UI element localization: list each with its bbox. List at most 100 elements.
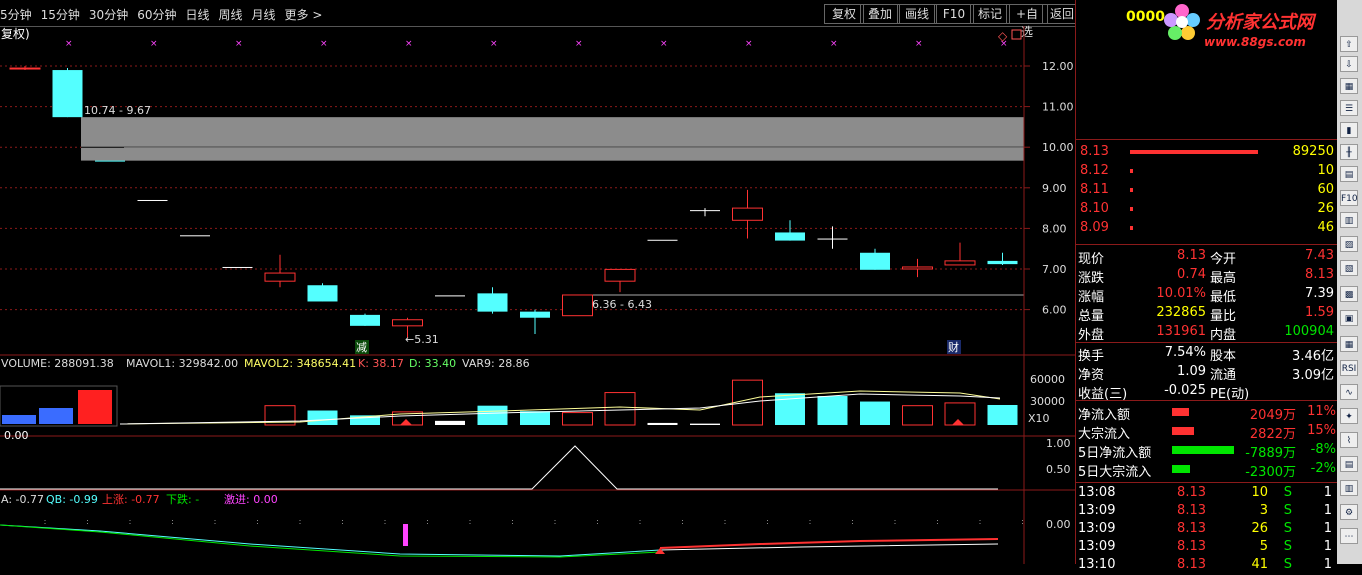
tick-row: 13:09 8.13 5 S 1: [1076, 538, 1338, 557]
bid-volume: 89250: [1292, 144, 1334, 159]
table-icon[interactable]: ▦: [1340, 78, 1358, 94]
x-marker: ×: [745, 39, 753, 49]
list-icon[interactable]: ☰: [1340, 100, 1358, 116]
stat-label: 涨跌: [1078, 271, 1105, 286]
candle-body: [647, 239, 678, 241]
flow-up-label: 上涨: -0.77: [102, 493, 160, 506]
grid-icon[interactable]: ▤: [1340, 166, 1358, 182]
stat-row: 外盘 131961 内盘 100904: [1076, 323, 1338, 343]
period-tab[interactable]: 周线: [219, 6, 243, 23]
report-icon[interactable]: ▧: [1340, 260, 1358, 276]
x-marker: ×: [65, 39, 73, 49]
share-value: 3.46亿: [1292, 349, 1334, 364]
volume-bars: [0, 379, 1018, 427]
period-tab[interactable]: 更多 >: [285, 6, 323, 23]
scroll-up-icon[interactable]: ⇧: [1340, 36, 1358, 52]
maximize-icon[interactable]: [1011, 29, 1022, 40]
x-marker: ×: [150, 39, 158, 49]
wave-icon[interactable]: ∿: [1340, 384, 1358, 400]
flow-value: -2300万: [1245, 465, 1296, 480]
period-tab[interactable]: 月线: [252, 6, 276, 23]
watermark-name: 分析家公式网: [1206, 12, 1314, 33]
volume-tick-30000: 30000: [1030, 395, 1065, 408]
period-tab[interactable]: 30分钟: [89, 6, 128, 23]
bid-price: 8.13: [1080, 144, 1109, 159]
overlay-button[interactable]: 叠加: [860, 4, 900, 24]
calc-icon[interactable]: ▩: [1340, 286, 1358, 302]
share-value: 3.09亿: [1292, 368, 1334, 383]
candle-body: [562, 294, 593, 317]
period-tab[interactable]: 15分钟: [41, 6, 80, 23]
mark-button[interactable]: 标记: [970, 4, 1010, 24]
bid-volume-bar: [1130, 188, 1133, 192]
diamond-icon[interactable]: ◇: [998, 29, 1008, 43]
mavol2-label: MAVOL2: 348654.41: [244, 357, 356, 370]
candle-body: [732, 207, 763, 221]
restore-rights-button[interactable]: 复权: [824, 4, 864, 24]
f10-button[interactable]: F10: [934, 4, 974, 24]
stat-value: 232865: [1156, 305, 1206, 320]
scroll-down-icon[interactable]: ⇩: [1340, 56, 1358, 72]
boll-icon[interactable]: ⌇: [1340, 432, 1358, 448]
volume-unit: X10: [1028, 412, 1050, 425]
price-tick-label: 12.00: [1042, 60, 1074, 73]
flow-row: 5日净流入额 -7889万 -8%: [1076, 441, 1338, 461]
share-label: 股本: [1210, 349, 1237, 364]
tick-row: 13:09 8.13 26 S 1: [1076, 520, 1338, 539]
f10-icon[interactable]: F10: [1340, 190, 1358, 206]
reduce-marker[interactable]: 减: [356, 341, 367, 354]
layout-icon[interactable]: ▤: [1340, 456, 1358, 472]
doc-icon[interactable]: ▥: [1340, 212, 1358, 228]
period-tab[interactable]: 日线: [185, 6, 209, 23]
period-tab[interactable]: 5分钟: [0, 6, 32, 23]
volume-bar: [435, 420, 465, 425]
kdj-current: 0.00: [4, 429, 29, 442]
star-icon[interactable]: ✦: [1340, 408, 1358, 424]
flow-bar: [1172, 408, 1189, 416]
stat-row: 总量 232865 量比 1.59: [1076, 304, 1338, 324]
tick-row: 13:08 8.13 10 S 1: [1076, 484, 1338, 503]
candle-body: [604, 268, 636, 282]
rsi-icon[interactable]: RSI: [1340, 360, 1358, 376]
divider: [1076, 244, 1338, 245]
panel-icon[interactable]: ▥: [1340, 480, 1358, 496]
order-book-row: 8.09 46: [1076, 219, 1338, 238]
settings-icon[interactable]: ⚙: [1340, 504, 1358, 520]
stat-label: 今开: [1210, 252, 1237, 267]
tick-time: 13:09: [1078, 503, 1116, 518]
stat-value: 0.74: [1177, 267, 1206, 282]
volume-bar: [647, 422, 678, 425]
tick-price: 8.13: [1177, 539, 1206, 554]
flow-row: 5日大宗流入 -2300万 -2%: [1076, 460, 1338, 480]
candle-icon[interactable]: ╫: [1340, 144, 1358, 160]
kline-chart-area[interactable]: 12.00 11.00 10.00 9.00 8.00 7.00 6.00 × × × × × × × ×…: [0, 26, 1075, 564]
flow-aggressive-label: 激进: 0.00: [224, 492, 278, 506]
indicator-icon[interactable]: ▦: [1340, 336, 1358, 352]
divider: [1076, 139, 1338, 140]
stat-row: 现价 8.13 今开 7.43: [1076, 247, 1338, 267]
x-marker: ×: [915, 39, 923, 49]
volume-bar: [604, 392, 636, 426]
tick-time: 13:09: [1078, 521, 1116, 536]
chart-icon[interactable]: ▨: [1340, 236, 1358, 252]
share-row: 换手 7.54% 股本 3.46亿: [1076, 344, 1338, 364]
volume-bar: [477, 405, 508, 425]
finance-marker[interactable]: 财: [948, 340, 959, 354]
tick-price: 8.13: [1177, 557, 1206, 572]
period-tab[interactable]: 60分钟: [137, 6, 176, 23]
bid-volume: 10: [1317, 163, 1334, 178]
x-marker: ×: [235, 39, 243, 49]
flow-marker: [655, 548, 665, 554]
kline-icon[interactable]: ▮: [1340, 122, 1358, 138]
chart-title-label: 复权): [1, 27, 30, 41]
more-icon[interactable]: ⋯: [1340, 528, 1358, 544]
mavol1-label: MAVOL1: 329842.00: [126, 357, 238, 370]
candle-body: [860, 252, 890, 270]
news-icon[interactable]: ▣: [1340, 310, 1358, 326]
candle-body: [987, 260, 1018, 265]
flow-label: 5日大宗流入: [1078, 465, 1152, 480]
gap-zone-lower-part: [124, 147, 1024, 161]
flow-percent: 11%: [1307, 404, 1336, 419]
draw-line-button[interactable]: 画线: [897, 4, 937, 24]
stat-label: 最低: [1210, 290, 1237, 305]
